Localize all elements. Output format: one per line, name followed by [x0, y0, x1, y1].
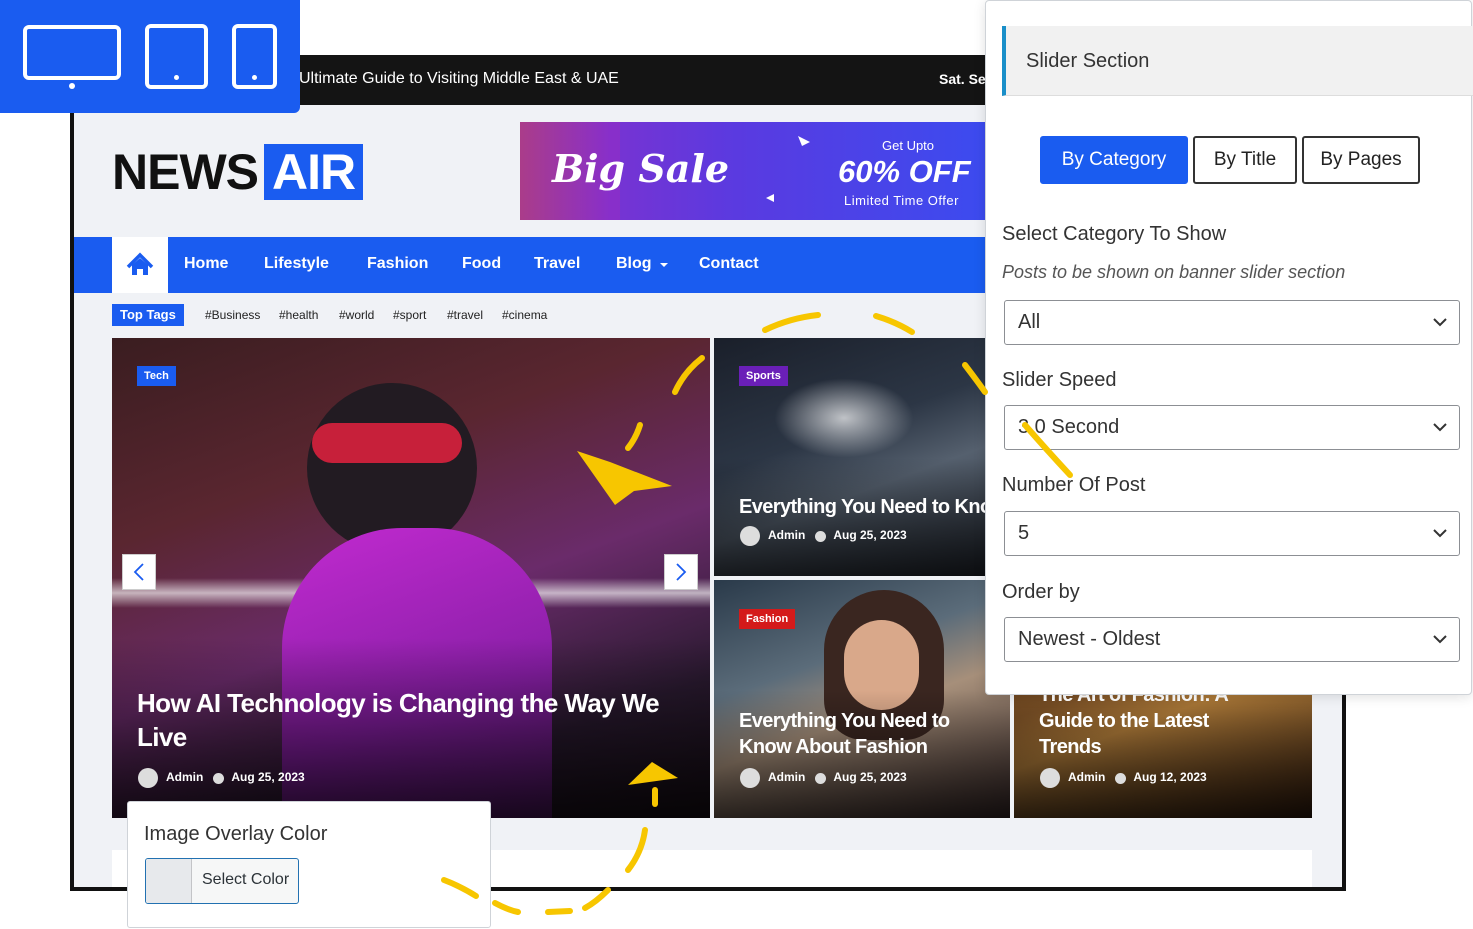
post-title[interactable]: Everything You Need to Know About Fashio… [739, 708, 989, 760]
post-author[interactable]: Admin [166, 770, 203, 784]
chevron-right-icon [676, 563, 687, 581]
stadium-light [774, 378, 914, 458]
overlay-color-box: Image Overlay Color Select Color [127, 801, 491, 928]
slider-settings-panel: Slider Section By Category By Title By P… [985, 0, 1473, 695]
nav-contact[interactable]: Contact [699, 255, 759, 273]
main-slide[interactable]: Tech How AI Technology is Changing the W… [112, 338, 710, 818]
post-card[interactable]: Fashion Everything You Need to Know Abou… [714, 580, 1010, 818]
chevron-down-icon [1433, 423, 1447, 432]
speed-select-value: 3.0 Second [1018, 416, 1120, 438]
avatar [1040, 768, 1060, 788]
tag-link[interactable]: #Business [205, 308, 260, 322]
order-select[interactable]: Newest - Oldest [1004, 617, 1460, 662]
category-select-value: All [1018, 311, 1041, 333]
clock-icon [1115, 772, 1127, 784]
tab-by-pages[interactable]: By Pages [1302, 136, 1420, 184]
nav-travel[interactable]: Travel [534, 255, 580, 273]
logo-air: AIR [264, 144, 364, 200]
select-color-button[interactable]: Select Color [145, 858, 299, 904]
vr-visor [312, 423, 462, 463]
post-date: Aug 25, 2023 [833, 770, 907, 785]
nav-lifestyle[interactable]: Lifestyle [264, 255, 329, 273]
banner-tagline: Limited Time Offer [844, 193, 959, 208]
category-badge[interactable]: Sports [739, 366, 788, 386]
slider-prev-button[interactable] [122, 554, 156, 590]
site-logo[interactable]: NEWS AIR [112, 143, 364, 201]
order-select-value: Newest - Oldest [1018, 628, 1161, 650]
banner-upto: Get Upto [882, 138, 935, 153]
speed-label: Slider Speed [1002, 369, 1117, 391]
device-switcher [0, 0, 300, 113]
post-meta: Admin Aug 25, 2023 [740, 768, 907, 788]
tag-link[interactable]: #travel [447, 308, 483, 322]
post-meta: Admin Aug 25, 2023 [138, 768, 305, 788]
overlay-color-title: Image Overlay Color [144, 823, 328, 845]
tablet-icon[interactable] [145, 24, 208, 89]
clock-icon [815, 530, 827, 542]
tab-by-category[interactable]: By Category [1040, 136, 1188, 184]
select-color-label: Select Color [202, 871, 290, 888]
post-count-label: Number Of Post [1002, 474, 1146, 496]
tag-link[interactable]: #world [339, 308, 374, 322]
post-author[interactable]: Admin [1068, 770, 1105, 784]
chevron-down-icon [1433, 529, 1447, 538]
nav-home[interactable]: Home [184, 255, 228, 273]
clock-icon [213, 772, 225, 784]
nav-food[interactable]: Food [462, 255, 501, 273]
post-count-value: 5 [1018, 522, 1030, 544]
speed-select[interactable]: 3.0 Second [1004, 405, 1460, 450]
category-description: Posts to be shown on banner slider secti… [1002, 262, 1346, 282]
color-swatch [146, 859, 192, 903]
panel-header: Slider Section [1002, 26, 1473, 96]
logo-news: NEWS [112, 144, 259, 200]
tag-link[interactable]: #sport [393, 308, 426, 322]
category-label: Select Category To Show [1002, 223, 1227, 245]
post-author[interactable]: Admin [768, 528, 805, 542]
nav-fashion[interactable]: Fashion [367, 255, 428, 273]
category-badge[interactable]: Fashion [739, 609, 796, 629]
chevron-left-icon [133, 563, 144, 581]
tag-link[interactable]: #cinema [502, 308, 547, 322]
post-author[interactable]: Admin [768, 770, 805, 784]
arrow-icon [798, 136, 810, 146]
panel-title: Slider Section [1026, 50, 1150, 72]
post-meta: Admin Aug 25, 2023 [740, 526, 907, 546]
order-label: Order by [1002, 581, 1080, 603]
news-ticker[interactable]: Ultimate Guide to Visiting Middle East &… [299, 70, 619, 88]
banner-offer: 60% OFF [838, 154, 971, 189]
slide-title[interactable]: How AI Technology is Changing the Way We… [137, 686, 697, 754]
home-icon [126, 252, 154, 275]
avatar [740, 768, 760, 788]
post-count-select[interactable]: 5 [1004, 511, 1460, 556]
chevron-down-icon [1433, 318, 1447, 327]
post-date: Aug 25, 2023 [231, 770, 305, 785]
avatar [138, 768, 158, 788]
clock-icon [815, 772, 827, 784]
tag-link[interactable]: #health [279, 308, 318, 322]
tab-by-title[interactable]: By Title [1193, 136, 1297, 184]
category-select[interactable]: All [1004, 300, 1460, 345]
post-meta: Admin Aug 12, 2023 [1040, 768, 1207, 788]
post-card[interactable]: Sports Everything You Need to Know Admin… [714, 338, 1010, 576]
avatar [740, 526, 760, 546]
post-date: Aug 12, 2023 [1133, 770, 1207, 785]
banner-title: Big Sale [552, 146, 730, 191]
home-button[interactable] [112, 237, 168, 293]
caret-down-icon [660, 263, 668, 267]
slider-next-button[interactable] [664, 554, 698, 590]
ad-banner[interactable]: Big Sale Get Upto 60% OFF Limited Time O… [520, 122, 1000, 220]
top-tags-label: Top Tags [112, 304, 184, 326]
post-date: Aug 25, 2023 [833, 528, 907, 543]
chevron-down-icon [1433, 635, 1447, 644]
category-badge[interactable]: Tech [137, 366, 176, 386]
mobile-icon[interactable] [232, 24, 277, 89]
nav-blog[interactable]: Blog [616, 255, 652, 273]
arrow-icon [766, 194, 774, 202]
desktop-icon[interactable] [23, 25, 121, 89]
post-title[interactable]: Everything You Need to Know [739, 494, 1010, 520]
